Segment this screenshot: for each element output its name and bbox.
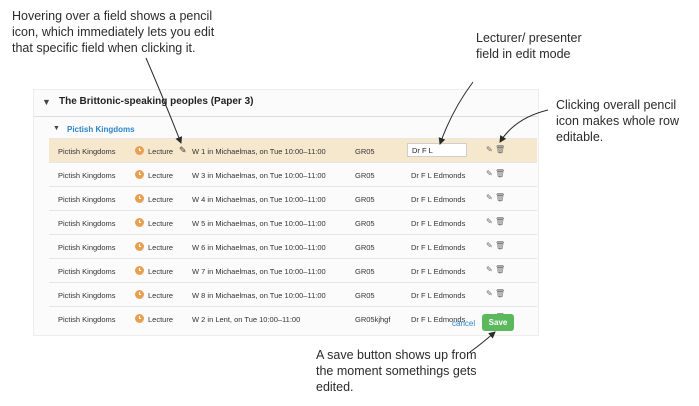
- event-lecturer[interactable]: Dr F L Edmonds: [411, 171, 465, 180]
- annotation-row-note: Clicking overall pencil icon makes whole…: [556, 98, 679, 144]
- table-row[interactable]: Pictish Kingdoms Lecture W 8 in Michaelmas…: [49, 282, 537, 306]
- event-time[interactable]: W 5 in Michaelmas, on Tue 10:00–11:00: [192, 219, 326, 228]
- event-time[interactable]: W 3 in Michaelmas, on Tue 10:00–11:00: [192, 171, 326, 180]
- event-room[interactable]: GR05: [355, 219, 375, 228]
- pencil-icon[interactable]: ✎: [486, 265, 493, 274]
- timetable-panel: ▼ The Brittonic-speaking peoples (Paper …: [33, 89, 539, 336]
- event-name[interactable]: Pictish Kingdoms: [58, 219, 116, 228]
- event-room[interactable]: GR05: [355, 267, 375, 276]
- trash-icon[interactable]: 🗑: [495, 193, 505, 202]
- table-row[interactable]: Pictish Kingdoms Lecture W 7 in Michaelmas…: [49, 258, 537, 282]
- event-name[interactable]: Pictish Kingdoms: [58, 171, 116, 180]
- panel-header[interactable]: ▼ The Brittonic-speaking peoples (Paper …: [34, 90, 538, 117]
- event-time[interactable]: W 1 in Michaelmas, on Tue 10:00–11:00: [192, 147, 326, 156]
- pencil-icon[interactable]: ✎: [179, 145, 187, 156]
- event-time[interactable]: W 7 in Michaelmas, on Tue 10:00–11:00: [192, 267, 326, 276]
- table-row[interactable]: Pictish Kingdoms Lecture W 3 in Michaelmas…: [49, 162, 537, 186]
- event-time[interactable]: W 8 in Michaelmas, on Tue 10:00–11:00: [192, 291, 326, 300]
- event-type[interactable]: Lecture: [148, 291, 173, 300]
- event-type[interactable]: Lecture: [148, 267, 173, 276]
- save-button[interactable]: Save: [482, 314, 514, 331]
- table-row[interactable]: Pictish Kingdoms Lecture W 4 in Michaelmas…: [49, 186, 537, 210]
- event-time[interactable]: W 6 in Michaelmas, on Tue 10:00–11:00: [192, 243, 326, 252]
- annotation-save-note: A save button shows up from the moment s…: [316, 348, 477, 394]
- trash-icon[interactable]: 🗑: [495, 145, 505, 154]
- event-name[interactable]: Pictish Kingdoms: [58, 147, 116, 156]
- clock-icon: [135, 266, 144, 275]
- event-name[interactable]: Pictish Kingdoms: [58, 195, 116, 204]
- table-row[interactable]: Pictish Kingdoms Lecture ✎ W 1 in Michaelma…: [49, 138, 537, 162]
- event-type[interactable]: Lecture: [148, 171, 173, 180]
- event-type[interactable]: Lecture: [148, 195, 173, 204]
- event-room[interactable]: GR05kjhgf: [355, 315, 390, 324]
- event-room[interactable]: GR05: [355, 195, 375, 204]
- event-room[interactable]: GR05: [355, 147, 375, 156]
- trash-icon[interactable]: 🗑: [495, 217, 505, 226]
- table-row[interactable]: Pictish Kingdoms Lecture W 6 in Michaelmas…: [49, 234, 537, 258]
- cancel-link[interactable]: cancel: [452, 319, 475, 328]
- event-lecturer[interactable]: Dr F L Edmonds: [411, 219, 465, 228]
- event-room[interactable]: GR05: [355, 171, 375, 180]
- panel-title: The Brittonic-speaking peoples (Paper 3): [59, 96, 254, 107]
- chevron-down-icon[interactable]: ▼: [53, 125, 60, 132]
- event-type[interactable]: Lecture: [148, 243, 173, 252]
- event-name[interactable]: Pictish Kingdoms: [58, 291, 116, 300]
- event-name[interactable]: Pictish Kingdoms: [58, 267, 116, 276]
- clock-icon: [135, 194, 144, 203]
- event-time[interactable]: W 2 in Lent, on Tue 10:00–11:00: [192, 315, 300, 324]
- annotation-hover-note: Hovering over a field shows a pencil ico…: [12, 9, 215, 55]
- pencil-icon[interactable]: ✎: [486, 145, 493, 154]
- event-type[interactable]: Lecture: [148, 147, 173, 156]
- pencil-icon[interactable]: ✎: [486, 217, 493, 226]
- event-lecturer[interactable]: Dr F L Edmonds: [411, 291, 465, 300]
- clock-icon: [135, 314, 144, 323]
- lecturer-input[interactable]: [407, 143, 467, 157]
- annotation-lecturer-note: Lecturer/ presenter field in edit mode: [476, 31, 582, 61]
- trash-icon[interactable]: 🗑: [495, 265, 505, 274]
- pencil-icon[interactable]: ✎: [486, 289, 493, 298]
- event-lecturer[interactable]: Dr F L Edmonds: [411, 243, 465, 252]
- clock-icon: [135, 218, 144, 227]
- event-name[interactable]: Pictish Kingdoms: [58, 315, 116, 324]
- event-time[interactable]: W 4 in Michaelmas, on Tue 10:00–11:00: [192, 195, 326, 204]
- event-room[interactable]: GR05: [355, 291, 375, 300]
- trash-icon[interactable]: 🗑: [495, 169, 505, 178]
- pencil-icon[interactable]: ✎: [486, 169, 493, 178]
- event-type[interactable]: Lecture: [148, 315, 173, 324]
- event-lecturer[interactable]: Dr F L Edmonds: [411, 195, 465, 204]
- event-name[interactable]: Pictish Kingdoms: [58, 243, 116, 252]
- trash-icon[interactable]: 🗑: [495, 289, 505, 298]
- clock-icon: [135, 290, 144, 299]
- chevron-down-icon[interactable]: ▼: [42, 97, 51, 107]
- event-room[interactable]: GR05: [355, 243, 375, 252]
- table-row[interactable]: Pictish Kingdoms Lecture W 5 in Michaelmas…: [49, 210, 537, 234]
- trash-icon[interactable]: 🗑: [495, 241, 505, 250]
- series-title[interactable]: Pictish Kingdoms: [67, 125, 135, 134]
- event-type[interactable]: Lecture: [148, 219, 173, 228]
- clock-icon: [135, 170, 144, 179]
- pencil-icon[interactable]: ✎: [486, 241, 493, 250]
- clock-icon: [135, 242, 144, 251]
- event-lecturer[interactable]: Dr F L Edmonds: [411, 267, 465, 276]
- pencil-icon[interactable]: ✎: [486, 193, 493, 202]
- clock-icon: [135, 146, 144, 155]
